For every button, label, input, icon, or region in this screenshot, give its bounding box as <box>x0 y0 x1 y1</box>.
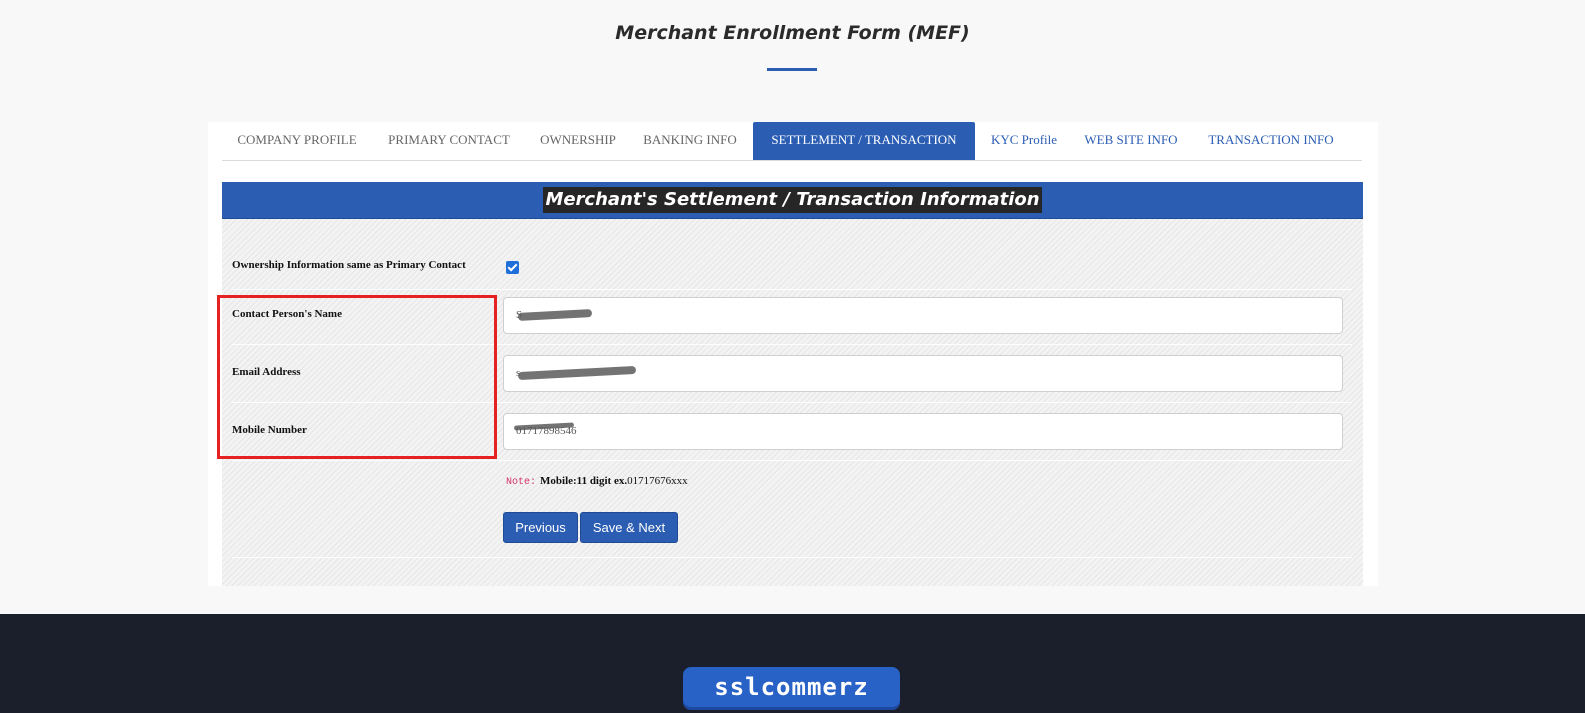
note-strong: Mobile:11 digit ex. <box>540 475 628 487</box>
note-code: Note: <box>506 477 537 488</box>
form-tabs: COMPANY PROFILE PRIMARY CONTACT OWNERSHI… <box>222 122 1362 161</box>
save-next-button[interactable]: Save & Next <box>580 512 678 543</box>
row-divider <box>232 557 1352 558</box>
page-header: Merchant Enrollment Form (MEF) <box>0 0 1585 110</box>
previous-button[interactable]: Previous <box>503 512 578 543</box>
email-input[interactable]: s <box>503 355 1343 392</box>
panel-title: Merchant's Settlement / Transaction Info… <box>543 187 1042 213</box>
tab-banking-info[interactable]: BANKING INFO <box>635 122 745 160</box>
tab-web-site-info[interactable]: WEB SITE INFO <box>1076 122 1186 160</box>
mobile-input[interactable]: 01717898546 <box>503 413 1343 450</box>
row-divider <box>232 460 1352 461</box>
tab-settlement-transaction[interactable]: SETTLEMENT / TRANSACTION <box>753 122 975 160</box>
highlight-annotation-box <box>217 295 497 459</box>
tab-ownership[interactable]: OWNERSHIP <box>526 122 630 160</box>
contact-name-input[interactable]: S <box>503 297 1343 334</box>
tab-primary-contact[interactable]: PRIMARY CONTACT <box>377 122 521 160</box>
footer: sslcommerz <box>0 614 1585 713</box>
mobile-note: Note: Mobile:11 digit ex.01717676xxx <box>506 475 688 488</box>
page-title: Merchant Enrollment Form (MEF) <box>615 22 970 44</box>
row-divider <box>232 289 1352 290</box>
tab-kyc-profile[interactable]: KYC Profile <box>982 122 1066 160</box>
panel-header: Merchant's Settlement / Transaction Info… <box>222 182 1363 219</box>
tab-company-profile[interactable]: COMPANY PROFILE <box>222 122 372 160</box>
sslcommerz-logo[interactable]: sslcommerz <box>683 667 900 710</box>
note-example: 01717676xxx <box>627 475 688 487</box>
tab-transaction-info[interactable]: TRANSACTION INFO <box>1196 122 1346 160</box>
same-as-primary-label: Ownership Information same as Primary Co… <box>232 259 466 271</box>
redaction-scribble <box>517 309 593 321</box>
same-as-primary-checkbox[interactable] <box>506 261 519 274</box>
title-underline <box>767 68 817 71</box>
redaction-scribble <box>517 365 637 381</box>
